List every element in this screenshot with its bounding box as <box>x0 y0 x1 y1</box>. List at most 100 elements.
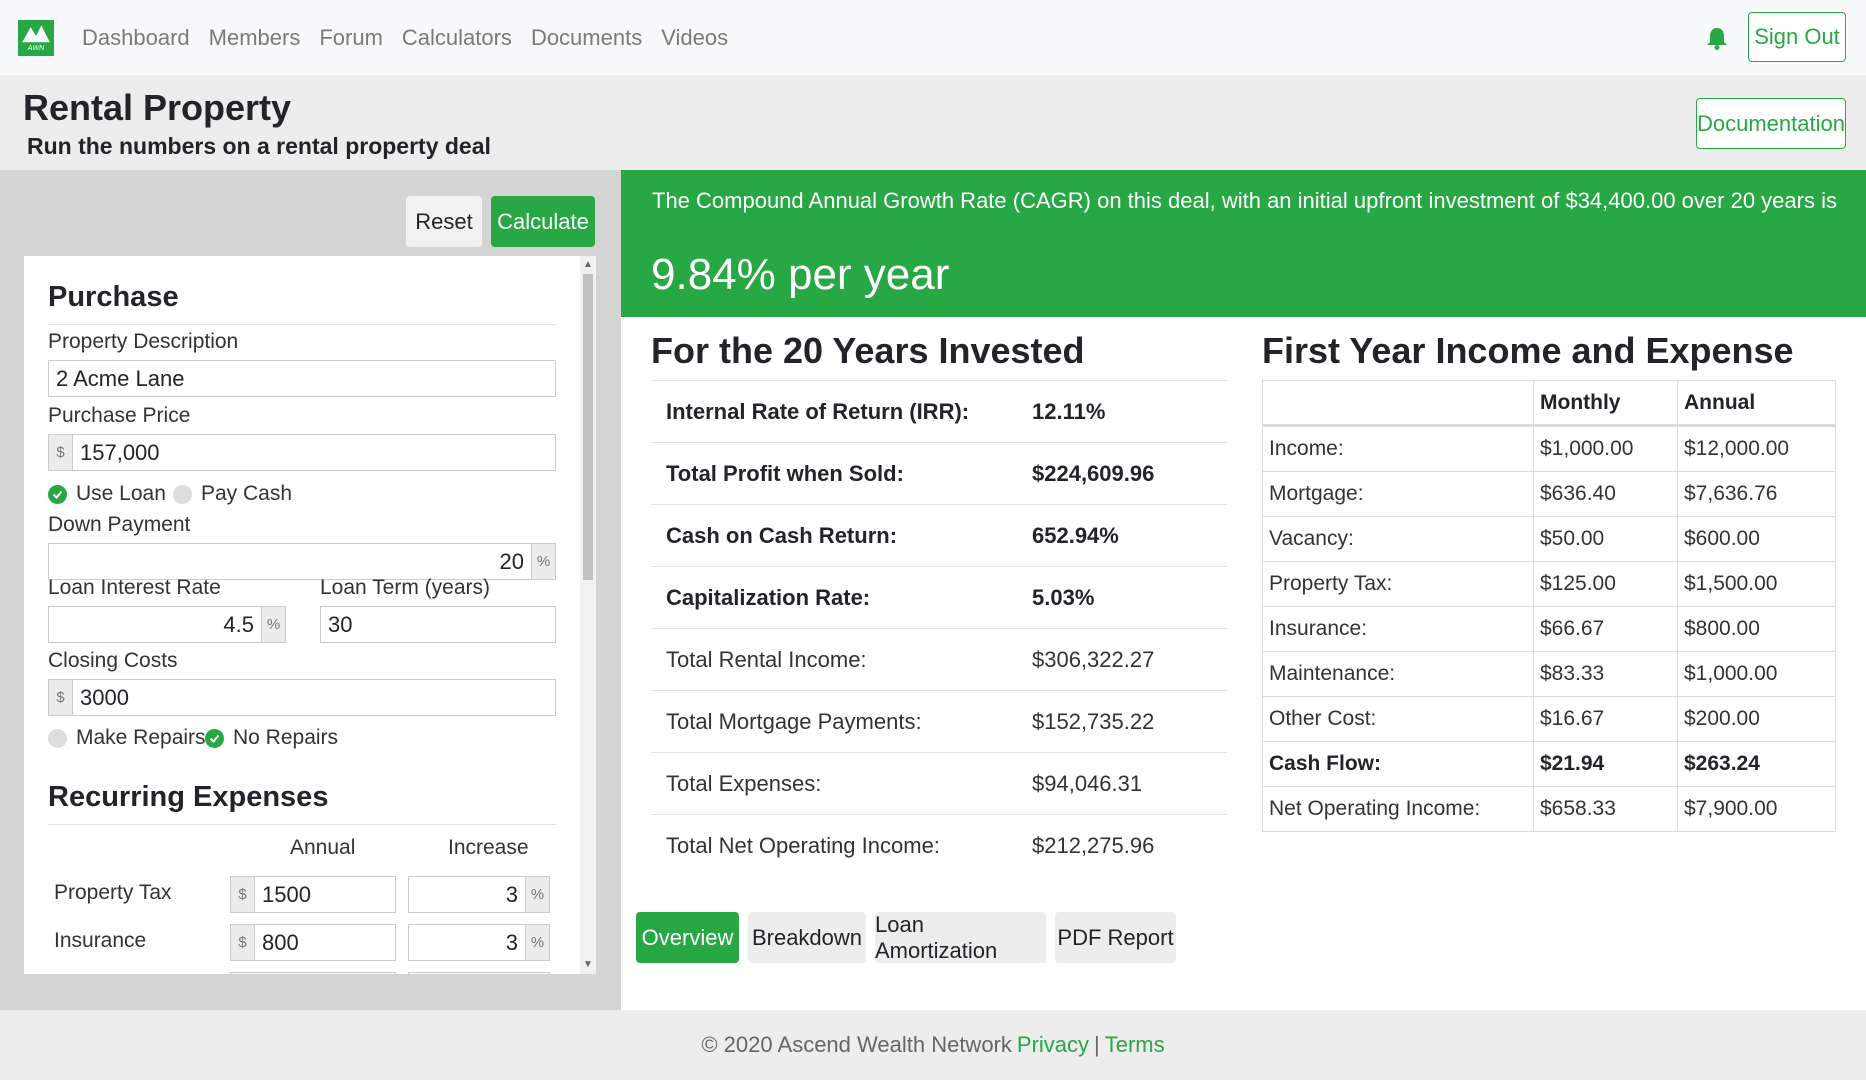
annual-value: $263.24 <box>1684 752 1760 775</box>
table-row: Other Cost: $16.67 $200.00 <box>1263 696 1835 741</box>
summary-label: Cash on Cash Return: <box>666 522 898 548</box>
annual-value: $7,636.76 <box>1684 482 1778 505</box>
radio-empty-icon <box>173 484 192 504</box>
main-nav: Dashboard Members Forum Calculators Docu… <box>82 25 728 51</box>
nav-calculators[interactable]: Calculators <box>402 25 512 51</box>
form-scrollbar[interactable]: ▲ ▼ <box>580 256 596 974</box>
top-navbar: AWN Dashboard Members Forum Calculators … <box>0 0 1866 75</box>
loan-interest-rate-value: 4.5 <box>223 611 254 637</box>
annual-value: $1,500.00 <box>1684 572 1778 595</box>
row-label: Income: <box>1263 427 1534 471</box>
next-increase-input-partial[interactable] <box>408 972 550 974</box>
closing-costs-input[interactable]: $ 3000 <box>48 679 556 716</box>
monthly-value: $636.40 <box>1534 472 1678 516</box>
annual-value: $7,900.00 <box>1684 797 1778 820</box>
first-year-table: Monthly Annual Income: $1,000.00 $12,000.0… <box>1262 380 1836 832</box>
scroll-down-arrow-icon[interactable]: ▼ <box>583 960 593 970</box>
privacy-link[interactable]: Privacy <box>1017 1032 1089 1058</box>
purchase-price-value: 157,000 <box>80 439 160 465</box>
summary-row: Total Rental Income: $306,322.27 <box>651 628 1227 690</box>
recurring-expenses-title: Recurring Expenses <box>48 781 329 813</box>
input-form[interactable]: Purchase Property Description 2 Acme Lan… <box>24 256 596 974</box>
property-tax-increase-input[interactable]: 3 % <box>408 876 550 913</box>
check-circle-icon <box>48 484 67 504</box>
terms-link[interactable]: Terms <box>1105 1032 1165 1058</box>
pay-cash-radio[interactable]: Pay Cash <box>173 482 292 506</box>
use-loan-radio[interactable]: Use Loan <box>48 482 166 506</box>
dollar-addon: $ <box>231 877 255 912</box>
scroll-up-arrow-icon[interactable]: ▲ <box>583 260 593 270</box>
make-repairs-radio[interactable]: Make Repairs <box>48 726 206 750</box>
documentation-button[interactable]: Documentation <box>1696 98 1846 149</box>
row-label: Mortgage: <box>1263 472 1534 516</box>
make-repairs-label: Make Repairs <box>76 726 206 749</box>
purchase-section-title: Purchase <box>48 281 179 313</box>
loan-interest-rate-input[interactable]: 4.5 % <box>48 606 286 643</box>
down-payment-input[interactable]: 20 % <box>48 543 556 580</box>
sign-out-button[interactable]: Sign Out <box>1748 12 1846 62</box>
next-expense-input-partial[interactable] <box>230 972 396 974</box>
row-label: Cash Flow: <box>1263 742 1534 786</box>
percent-addon: % <box>525 877 549 912</box>
monthly-value: $16.67 <box>1534 697 1678 741</box>
property-tax-annual-value: 1500 <box>262 881 311 907</box>
tab-overview[interactable]: Overview <box>636 912 739 963</box>
insurance-increase-value: 3 <box>505 929 518 955</box>
annual-value: $1,000.00 <box>1684 662 1778 685</box>
insurance-annual-input[interactable]: $ 800 <box>230 924 396 961</box>
summary-row: Cash on Cash Return: 652.94% <box>651 504 1227 566</box>
nav-documents[interactable]: Documents <box>531 25 642 51</box>
divider <box>48 824 556 825</box>
page-header: Rental Property Run the numbers on a ren… <box>0 75 1866 170</box>
monthly-value: $50.00 <box>1534 517 1678 561</box>
purchase-price-input[interactable]: $ 157,000 <box>48 434 556 471</box>
table-row: Income: $1,000.00 $12,000.00 <box>1263 426 1835 471</box>
tab-pdf-report[interactable]: PDF Report <box>1055 912 1176 963</box>
property-tax-annual-input[interactable]: $ 1500 <box>230 876 396 913</box>
summary-value: 12.11% <box>1032 398 1106 424</box>
bell-icon[interactable] <box>1706 26 1728 50</box>
annual-value: $600.00 <box>1684 527 1760 550</box>
awn-logo[interactable]: AWN <box>18 19 54 56</box>
annual-value: $800.00 <box>1684 617 1760 640</box>
table-row: Property Tax: $125.00 $1,500.00 <box>1263 561 1835 606</box>
nav-members[interactable]: Members <box>209 25 301 51</box>
summary-value: $224,609.96 <box>1032 460 1155 486</box>
property-description-label: Property Description <box>48 330 239 353</box>
reset-button[interactable]: Reset <box>406 196 482 247</box>
nav-dashboard[interactable]: Dashboard <box>82 25 190 51</box>
table-row: Insurance: $66.67 $800.00 <box>1263 606 1835 651</box>
summary-title: For the 20 Years Invested <box>651 330 1085 371</box>
nav-forum[interactable]: Forum <box>319 25 383 51</box>
closing-costs-value: 3000 <box>80 684 129 710</box>
summary-row: Internal Rate of Return (IRR): 12.11% <box>651 380 1227 442</box>
summary-row: Total Expenses: $94,046.31 <box>651 752 1227 814</box>
footer-separator: | <box>1094 1032 1100 1057</box>
summary-value: $152,735.22 <box>1032 708 1155 734</box>
scrollbar-thumb[interactable] <box>583 274 593 580</box>
calculate-button[interactable]: Calculate <box>491 196 595 247</box>
loan-term-value: 30 <box>328 611 353 637</box>
dollar-addon: $ <box>49 680 73 715</box>
row-label: Maintenance: <box>1263 652 1534 696</box>
summary-label: Total Net Operating Income: <box>666 832 940 858</box>
tab-loan-amortization[interactable]: Loan Amortization <box>875 912 1046 963</box>
no-repairs-radio[interactable]: No Repairs <box>205 726 338 750</box>
monthly-value: $21.94 <box>1534 742 1678 786</box>
summary-row: Total Profit when Sold: $224,609.96 <box>651 442 1227 504</box>
check-circle-icon <box>205 728 224 748</box>
row-label: Other Cost: <box>1263 697 1534 741</box>
nav-videos[interactable]: Videos <box>661 25 728 51</box>
loan-term-input[interactable]: 30 <box>320 606 556 643</box>
footer: © 2020 Ascend Wealth Network Privacy | T… <box>0 1010 1866 1080</box>
page-title: Rental Property <box>23 87 292 128</box>
summary-value: $212,275.96 <box>1032 832 1155 858</box>
first-year-title: First Year Income and Expense <box>1262 330 1794 371</box>
summary-row: Total Mortgage Payments: $152,735.22 <box>651 690 1227 752</box>
tab-breakdown[interactable]: Breakdown <box>748 912 866 963</box>
summary-row: Capitalization Rate: 5.03% <box>651 566 1227 628</box>
property-description-input[interactable]: 2 Acme Lane <box>48 360 556 397</box>
loan-interest-rate-label: Loan Interest Rate <box>48 576 221 599</box>
insurance-increase-input[interactable]: 3 % <box>408 924 550 961</box>
percent-addon: % <box>261 607 285 642</box>
